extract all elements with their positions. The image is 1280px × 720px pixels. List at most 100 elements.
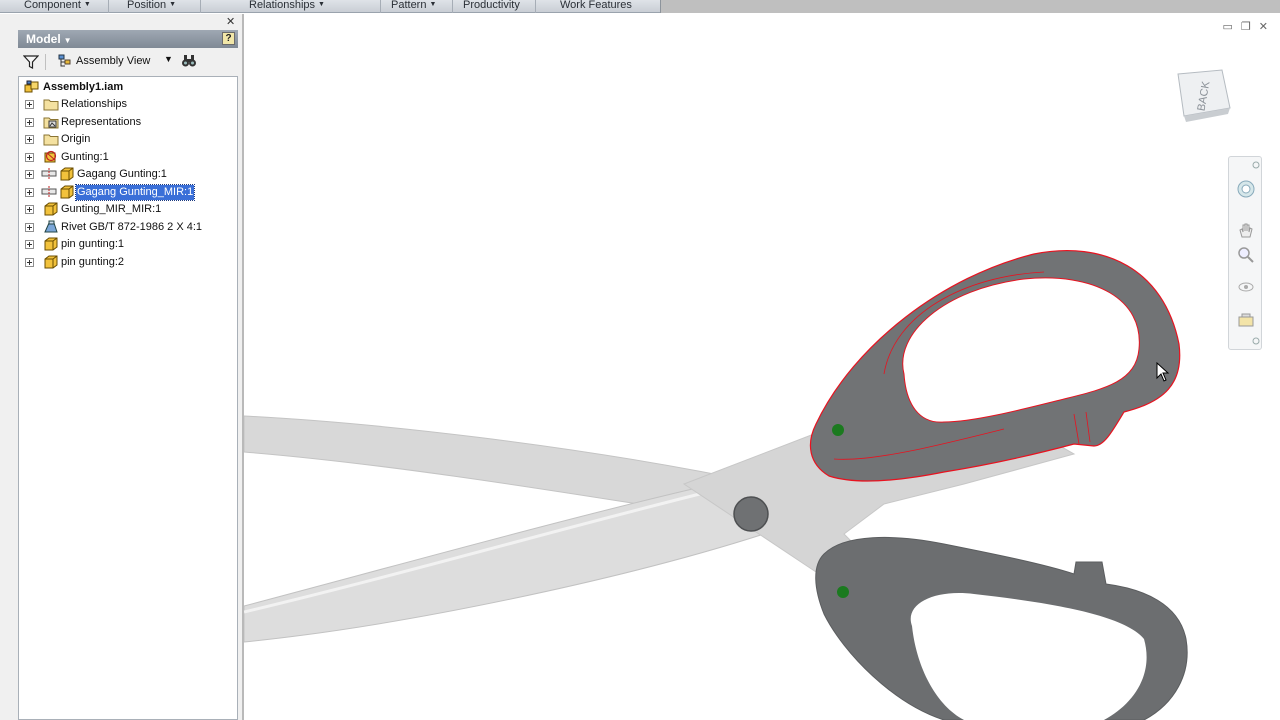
- browser-toolbar: Assembly View ▼: [18, 51, 238, 73]
- tree-node-label: Gunting:1: [61, 151, 109, 163]
- model-browser: ✕ Model ▼ ? Assembly View ▼ Assembly1.iam…: [0, 14, 242, 720]
- minimize-icon[interactable]: ▭: [1223, 20, 1233, 33]
- tree-node-assembly[interactable]: Assembly1.iam: [19, 79, 237, 96]
- constraint-marker: [837, 586, 849, 598]
- panel-pattern[interactable]: Pattern ▼: [391, 0, 436, 13]
- panel-work-features[interactable]: Work Features: [560, 0, 632, 13]
- tree-node-gunting[interactable]: Gunting:1: [19, 149, 237, 166]
- pan-hand-icon[interactable]: [1236, 221, 1256, 241]
- customize-icon[interactable]: [1252, 337, 1260, 345]
- part-icon: [44, 202, 58, 216]
- look-at-icon[interactable]: [1236, 311, 1256, 331]
- part-icon: [44, 237, 58, 251]
- assembly-view-icon: [58, 54, 71, 67]
- chevron-down-icon[interactable]: ▼: [164, 54, 173, 64]
- part-icon: [60, 185, 74, 199]
- tree-node-gunting-mir-mir[interactable]: Gunting_MIR_MIR:1: [19, 201, 237, 218]
- expand-icon[interactable]: [25, 205, 34, 214]
- ribbon-empty-area: [660, 0, 1280, 13]
- panel-pattern-label: Pattern: [391, 0, 427, 11]
- panel-productivity[interactable]: Productivity: [463, 0, 520, 13]
- assembly-view-label[interactable]: Assembly View: [76, 55, 150, 67]
- tree-node-label: pin gunting:2: [61, 256, 124, 268]
- find-binoculars-icon[interactable]: [181, 54, 197, 68]
- divider: [535, 0, 536, 13]
- tree-node-representations[interactable]: Representations: [19, 114, 237, 131]
- panel-position-label: Position: [127, 0, 167, 11]
- tree-node-relationships[interactable]: Relationships: [19, 96, 237, 113]
- part-icon: [60, 167, 74, 181]
- expand-icon[interactable]: [25, 188, 34, 197]
- help-icon[interactable]: ?: [222, 32, 235, 45]
- constraint-marker: [832, 424, 844, 436]
- panel-relationships[interactable]: Relationships ▼: [249, 0, 325, 13]
- mirror-icon: [41, 168, 57, 180]
- expand-icon[interactable]: [25, 223, 34, 232]
- expand-icon[interactable]: [25, 258, 34, 267]
- expand-icon[interactable]: [25, 240, 34, 249]
- tree-node-label: Assembly1.iam: [43, 81, 124, 93]
- expand-icon[interactable]: [25, 100, 34, 109]
- expand-icon[interactable]: [25, 135, 34, 144]
- viewcube[interactable]: BACK: [1174, 68, 1232, 124]
- tree-node-pin-gunting-1[interactable]: pin gunting:1: [19, 236, 237, 253]
- chevron-down-icon: ▼: [169, 1, 177, 8]
- representations-icon: [43, 117, 59, 129]
- tree-node-gagang-gunting-mir[interactable]: Gagang Gunting_MIR:1: [19, 184, 237, 201]
- restore-icon[interactable]: ❐: [1241, 20, 1251, 33]
- chevron-down-icon: ▼: [63, 36, 72, 45]
- divider: [452, 0, 453, 13]
- expand-icon[interactable]: [25, 118, 34, 127]
- close-icon[interactable]: [1252, 161, 1260, 169]
- browser-tree: Assembly1.iam Relationships Representati…: [18, 76, 238, 720]
- folder-icon: [43, 134, 59, 146]
- graphics-window[interactable]: ▭ ❐ ✕ BACK: [242, 14, 1280, 720]
- tree-node-label-selected: Gagang Gunting_MIR:1: [74, 184, 196, 201]
- browser-header[interactable]: Model ▼ ?: [18, 30, 238, 48]
- tree-node-label: Gagang Gunting:1: [77, 168, 167, 180]
- panel-component-label: Component: [24, 0, 81, 11]
- expand-icon[interactable]: [25, 153, 34, 162]
- divider: [200, 0, 201, 13]
- zoom-icon[interactable]: [1236, 245, 1256, 265]
- panel-component[interactable]: Component ▼: [24, 0, 91, 13]
- chevron-down-icon: ▼: [429, 1, 437, 8]
- mouse-cursor-icon: [1156, 362, 1170, 382]
- close-icon[interactable]: ✕: [226, 15, 235, 28]
- tree-node-label: Gunting_MIR_MIR:1: [61, 203, 162, 215]
- panel-productivity-label: Productivity: [463, 0, 520, 11]
- assembly-icon: [24, 80, 39, 93]
- mirror-icon: [41, 186, 57, 198]
- divider: [108, 0, 109, 13]
- ribbon-panel-bar: Component ▼ Position ▼ Relationships ▼ Patt…: [0, 0, 1280, 13]
- orbit-icon[interactable]: [1236, 277, 1256, 297]
- close-icon[interactable]: ✕: [1259, 20, 1268, 33]
- panel-relationships-label: Relationships: [249, 0, 316, 11]
- panel-position[interactable]: Position ▼: [127, 0, 176, 13]
- folder-icon: [43, 99, 59, 111]
- chevron-down-icon: ▼: [318, 1, 325, 8]
- tree-node-pin-gunting-2[interactable]: pin gunting:2: [19, 254, 237, 271]
- navigation-bar: [1228, 156, 1262, 350]
- rivet[interactable]: [733, 496, 769, 532]
- scissors-model[interactable]: [244, 14, 1280, 720]
- part-icon: [44, 255, 58, 269]
- tree-node-label: Rivet GB/T 872-1986 2 X 4:1: [61, 221, 203, 233]
- steering-wheel-icon[interactable]: [1236, 179, 1256, 199]
- window-controls: ▭ ❐ ✕: [1223, 20, 1269, 33]
- tree-node-gagang-gunting[interactable]: Gagang Gunting:1: [19, 166, 237, 183]
- chevron-down-icon: ▼: [83, 1, 91, 8]
- filter-icon[interactable]: [23, 54, 39, 70]
- expand-icon[interactable]: [25, 170, 34, 179]
- browser-title: Model: [26, 32, 61, 46]
- tree-node-label: pin gunting:1: [61, 238, 124, 250]
- constrained-assembly-icon: [44, 150, 57, 163]
- tree-node-origin[interactable]: Origin: [19, 131, 237, 148]
- divider: [45, 54, 46, 70]
- tree-node-rivet[interactable]: Rivet GB/T 872-1986 2 X 4:1: [19, 219, 237, 236]
- panel-work-features-label: Work Features: [560, 0, 632, 11]
- divider: [380, 0, 381, 13]
- tree-node-label: Representations: [61, 116, 142, 128]
- tree-node-label: Origin: [61, 133, 91, 145]
- tree-node-label: Relationships: [61, 98, 128, 110]
